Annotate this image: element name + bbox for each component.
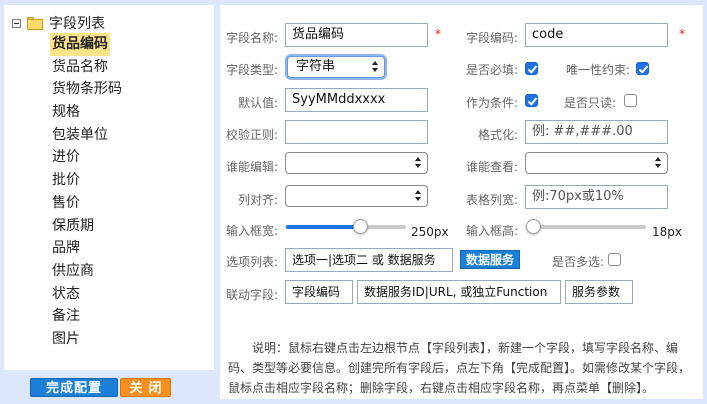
field-type-value: 字符串 [296, 59, 336, 74]
readonly-label: 是否只读: [563, 96, 616, 110]
select-arrows-icon [372, 60, 379, 74]
multi-select-label: 是否多选: [551, 255, 604, 269]
select-arrows-icon [415, 189, 422, 203]
field-name-input[interactable]: 货品编码 [285, 23, 428, 47]
select-arrows-icon [655, 156, 662, 170]
linked-field-code-input[interactable]: 字段编码 [285, 280, 353, 304]
required-star: * [679, 27, 685, 41]
readonly-checkbox[interactable] [624, 94, 637, 107]
tree-item[interactable]: 图片 [50, 328, 124, 351]
who-view-select[interactable] [525, 152, 668, 174]
col-width-label: 表格列宽: [465, 193, 518, 207]
tree-item[interactable]: 规格 [50, 101, 124, 124]
tree-item[interactable]: 备注 [50, 305, 124, 328]
required-label: 是否必填: [465, 63, 518, 77]
options-label: 选项列表: [225, 255, 278, 269]
validation-input[interactable] [285, 120, 428, 144]
linked-data-service-input[interactable]: 数据服务ID|URL, 或独立Function [357, 280, 561, 304]
col-width-input[interactable]: 例:70px或10% [525, 185, 668, 209]
who-edit-label: 谁能编辑: [225, 160, 278, 174]
tree-item[interactable]: 状态 [50, 283, 124, 306]
linked-service-params-input[interactable]: 服务参数 [565, 280, 633, 304]
input-height-value: 18px [652, 225, 682, 239]
align-label: 列对齐: [237, 193, 278, 207]
required-checkbox[interactable] [525, 62, 538, 75]
tree-item-list: 货品编码 货品名称 货物条形码 规格 包装单位 进价 批价 售价 保质期 品牌 … [50, 33, 124, 351]
tree-item[interactable]: 货品编码 [50, 33, 110, 56]
input-width-slider[interactable] [286, 225, 406, 229]
complete-config-button[interactable]: 完成配置 [30, 378, 118, 397]
format-input[interactable]: 例: ##,###.00 [525, 120, 668, 144]
field-form-panel: 字段名称: 货品编码 * 字段编码: code * 字段类型: 字符串 是否必填… [220, 5, 703, 399]
field-type-select[interactable]: 字符串 [287, 56, 385, 78]
input-width-slider-fill [286, 225, 361, 229]
tree-root-label[interactable]: 字段列表 [49, 13, 105, 33]
tree-item[interactable]: 保质期 [50, 215, 124, 238]
tree-item[interactable]: 品牌 [50, 237, 124, 260]
tree-item[interactable]: 货物条形码 [50, 78, 124, 101]
required-star: * [435, 27, 441, 41]
collapse-icon[interactable] [12, 18, 21, 28]
field-tree-panel: 字段列表 货品编码 货品名称 货物条形码 规格 包装单位 进价 批价 售价 保质… [4, 5, 214, 370]
input-height-slider-thumb[interactable] [526, 219, 541, 234]
align-select[interactable] [285, 185, 428, 207]
tree-item[interactable]: 售价 [50, 192, 124, 215]
tree-item[interactable]: 供应商 [50, 260, 124, 283]
tree-root[interactable]: 字段列表 [12, 12, 105, 34]
as-condition-checkbox[interactable] [525, 94, 538, 107]
validation-label: 校验正则: [225, 128, 278, 142]
input-width-value: 250px [411, 225, 449, 239]
tree-item[interactable]: 包装单位 [50, 124, 124, 147]
format-label: 格式化: [477, 128, 518, 142]
tree-item[interactable]: 进价 [50, 146, 124, 169]
input-height-slider[interactable] [526, 225, 646, 229]
who-view-label: 谁能查看: [465, 160, 518, 174]
options-input[interactable]: 选项一|选项二 或 数据服务 [285, 248, 453, 272]
linked-field-label: 联动字段: [225, 288, 278, 302]
as-condition-label: 作为条件: [465, 96, 518, 110]
default-value-label: 默认值: [237, 96, 278, 110]
data-service-button[interactable]: 数据服务 [460, 250, 520, 269]
input-height-label: 输入框高: [465, 224, 518, 238]
help-note: 说明：鼠标右键点击左边根节点【字段列表】，新建一个字段，填写字段名称、编码、类型… [228, 341, 691, 395]
field-name-label: 字段名称: [225, 31, 278, 45]
close-button[interactable]: 关闭 [120, 378, 171, 397]
field-type-label: 字段类型: [225, 63, 278, 77]
tree-item[interactable]: 批价 [50, 169, 124, 192]
select-arrows-icon [415, 156, 422, 170]
who-edit-select[interactable] [285, 152, 428, 174]
input-width-slider-thumb[interactable] [353, 219, 369, 234]
tree-item[interactable]: 货品名称 [50, 56, 124, 79]
field-code-input[interactable]: code [525, 23, 668, 47]
input-width-label: 输入框宽: [225, 224, 278, 238]
unique-label: 唯一性约束: [565, 63, 630, 77]
unique-checkbox[interactable] [636, 62, 649, 75]
multi-select-checkbox[interactable] [608, 253, 621, 266]
folder-icon [27, 16, 43, 30]
default-value-input[interactable]: SyyMMddxxxx [285, 88, 428, 112]
field-code-label: 字段编码: [465, 31, 518, 45]
